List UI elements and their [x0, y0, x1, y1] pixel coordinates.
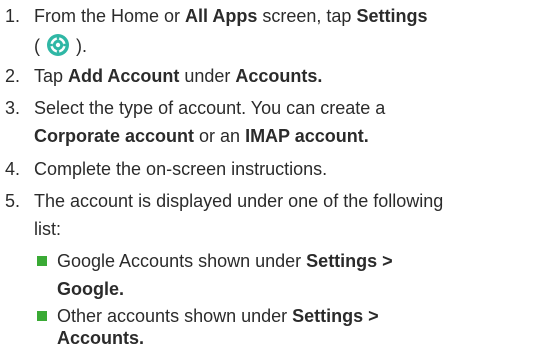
- bullet-item-google: Google Accounts shown under Settings >: [57, 251, 393, 271]
- step-number: 4.: [4, 159, 20, 179]
- step-number: 2.: [4, 66, 20, 86]
- step-number: 1.: [4, 6, 20, 26]
- bullet-item-other-continuation: Accounts.: [57, 328, 145, 348]
- bullet-marker: [37, 311, 47, 321]
- settings-gear-icon: [47, 34, 69, 64]
- step-number: 5.: [4, 191, 20, 211]
- step-number: 3.: [4, 98, 20, 118]
- step-text: Select the type of account. You can crea…: [34, 98, 386, 118]
- bullet-marker: [37, 256, 47, 266]
- step-text: Tap Add Account under Accounts.: [34, 66, 323, 86]
- bullet-item-google-continuation: Google.: [57, 279, 124, 299]
- step-text: Complete the on-screen instructions.: [34, 159, 328, 179]
- step-text: The account is displayed under one of th…: [34, 191, 444, 211]
- step-text: From the Home or All Apps screen, tap Se…: [34, 6, 428, 26]
- instructions-document: 1. From the Home or All Apps screen, tap…: [0, 0, 550, 348]
